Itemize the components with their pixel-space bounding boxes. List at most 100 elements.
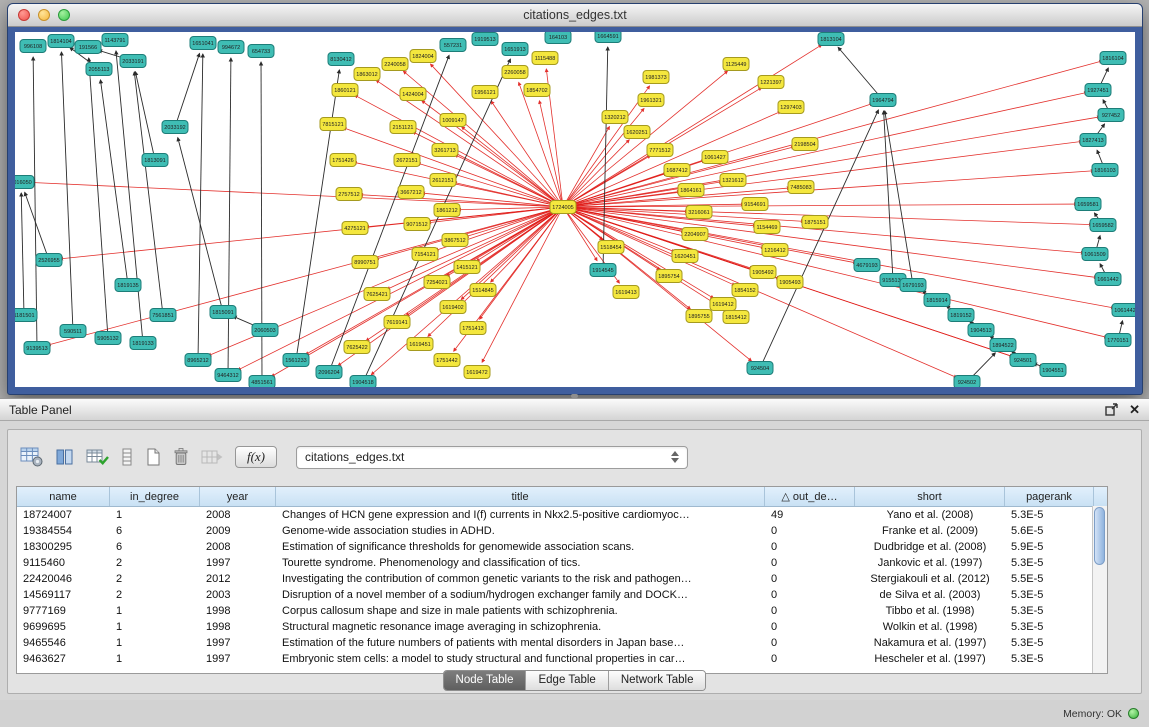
graph-node[interactable]: 1424004 bbox=[400, 88, 426, 101]
graph-node[interactable]: 1814104 bbox=[48, 35, 74, 48]
graph-node[interactable]: 2260058 bbox=[502, 66, 528, 79]
graph-node[interactable]: 1651913 bbox=[502, 43, 528, 56]
graph-node[interactable]: 1561233 bbox=[283, 354, 309, 367]
table-row[interactable]: 1938455462009Genome-wide association stu… bbox=[17, 523, 1107, 539]
graph-node[interactable]: 4275121 bbox=[342, 222, 368, 235]
graph-node[interactable]: 927452 bbox=[1098, 109, 1124, 122]
graph-node[interactable]: 1904551 bbox=[1040, 364, 1066, 377]
graph-node[interactable]: 2612151 bbox=[430, 174, 456, 187]
graph-node[interactable]: 1819135 bbox=[115, 279, 141, 292]
table-row[interactable]: 977716911998Corpus callosum shape and si… bbox=[17, 603, 1107, 619]
column-header-4[interactable]: △ out_de… bbox=[765, 487, 855, 506]
graph-node[interactable]: 2033191 bbox=[120, 55, 146, 68]
graph-node[interactable]: 7561851 bbox=[150, 309, 176, 322]
graph-node[interactable]: 7625421 bbox=[364, 288, 390, 301]
graph-node[interactable]: 1861212 bbox=[434, 204, 460, 217]
graph-node[interactable]: 1664591 bbox=[595, 32, 621, 43]
graph-node[interactable]: 4851561 bbox=[249, 376, 275, 388]
graph-node[interactable]: 9464312 bbox=[215, 369, 241, 382]
graph-node[interactable]: 1815091 bbox=[210, 306, 236, 319]
graph-node[interactable]: 1320212 bbox=[602, 111, 628, 124]
graph-node[interactable]: 1827413 bbox=[1080, 134, 1106, 147]
column-header-2[interactable]: year bbox=[200, 487, 276, 506]
graph-node[interactable]: 2198504 bbox=[792, 138, 818, 151]
show-columns-icon[interactable] bbox=[55, 444, 75, 470]
graph-node[interactable]: 557231 bbox=[440, 39, 466, 52]
graph-node[interactable]: 1061442 bbox=[1112, 304, 1135, 317]
graph-node[interactable]: 2526955 bbox=[36, 254, 62, 267]
window-zoom-button[interactable] bbox=[58, 9, 70, 21]
graph-node[interactable]: 1620251 bbox=[624, 126, 650, 139]
graph-node[interactable]: 1009147 bbox=[440, 114, 466, 127]
graph-node[interactable]: 924502 bbox=[954, 376, 980, 388]
graph-node[interactable]: 1854152 bbox=[732, 284, 758, 297]
graph-node[interactable]: 1061509 bbox=[1082, 248, 1108, 261]
graph-node[interactable]: 1751413 bbox=[460, 322, 486, 335]
graph-node[interactable]: 1216412 bbox=[762, 244, 788, 257]
graph-node[interactable]: 1221397 bbox=[758, 76, 784, 89]
graph-node[interactable]: 1854702 bbox=[524, 84, 550, 97]
tab-edge-table[interactable]: Edge Table bbox=[526, 671, 608, 690]
graph-node[interactable]: 1687412 bbox=[664, 164, 690, 177]
table-row[interactable]: 911546021997Tourette syndrome. Phenomeno… bbox=[17, 555, 1107, 571]
graph-node[interactable]: 1154469 bbox=[754, 221, 780, 234]
column-header-1[interactable]: in_degree bbox=[110, 487, 200, 506]
graph-node[interactable]: 4679193 bbox=[854, 259, 880, 272]
graph-node[interactable]: 2757512 bbox=[336, 188, 362, 201]
new-file-icon[interactable] bbox=[145, 444, 161, 470]
graph-node[interactable]: 1895755 bbox=[686, 310, 712, 323]
graph-node[interactable]: 924504 bbox=[747, 362, 773, 375]
graph-node[interactable]: 7815121 bbox=[320, 118, 346, 131]
table-settings-icon[interactable] bbox=[20, 444, 44, 470]
graph-node[interactable]: 1679193 bbox=[900, 279, 926, 292]
network-graph[interactable]: 9961081814104191566114379120551132033191… bbox=[15, 32, 1135, 387]
graph-node[interactable]: 5905132 bbox=[95, 332, 121, 345]
graph-node[interactable]: 1143791 bbox=[102, 34, 128, 47]
graph-node[interactable]: 924501 bbox=[1010, 354, 1036, 367]
table-selector-dropdown[interactable]: citations_edges.txt bbox=[296, 446, 688, 469]
graph-node[interactable]: 1816104 bbox=[1100, 52, 1126, 65]
graph-node[interactable]: 1061427 bbox=[702, 151, 728, 164]
graph-node[interactable]: 1961321 bbox=[638, 94, 664, 107]
graph-node[interactable]: 1620451 bbox=[672, 250, 698, 263]
graph-node[interactable]: 1181501 bbox=[15, 309, 37, 322]
graph-node[interactable]: 1619451 bbox=[407, 338, 433, 351]
table-row[interactable]: 969969511998Structural magnetic resonanc… bbox=[17, 619, 1107, 635]
graph-node[interactable]: 654733 bbox=[248, 45, 274, 58]
graph-node[interactable]: 1770151 bbox=[1105, 334, 1131, 347]
graph-node[interactable]: 2240058 bbox=[382, 58, 408, 71]
graph-node[interactable]: 2151121 bbox=[390, 121, 416, 134]
graph-node[interactable]: 1964794 bbox=[870, 94, 896, 107]
table-row[interactable]: 1830029562008Estimation of significance … bbox=[17, 539, 1107, 555]
window-titlebar[interactable]: citations_edges.txt bbox=[8, 4, 1142, 27]
column-header-3[interactable]: title bbox=[276, 487, 765, 506]
graph-node[interactable]: 996108 bbox=[20, 40, 46, 53]
table-row[interactable]: 1456911722003Disruption of a novel membe… bbox=[17, 587, 1107, 603]
graph-node[interactable]: 164103 bbox=[545, 32, 571, 44]
graph-node[interactable]: 1815412 bbox=[723, 311, 749, 324]
graph-node[interactable]: 1518454 bbox=[598, 241, 624, 254]
graph-node[interactable]: 1751426 bbox=[330, 154, 356, 167]
graph-node[interactable]: 7625422 bbox=[344, 341, 370, 354]
graph-node[interactable]: 1619402 bbox=[440, 301, 466, 314]
graph-node[interactable]: 2060503 bbox=[252, 324, 278, 337]
graph-node[interactable]: 1864161 bbox=[678, 184, 704, 197]
graph-node[interactable]: 1860121 bbox=[332, 84, 358, 97]
table-row[interactable]: 1872400712008Changes of HCN gene express… bbox=[17, 507, 1107, 523]
graph-node[interactable]: 9154691 bbox=[742, 198, 768, 211]
column-header-5[interactable]: short bbox=[855, 487, 1005, 506]
table-scrollbar[interactable] bbox=[1092, 506, 1107, 673]
graph-node[interactable]: 1904513 bbox=[968, 324, 994, 337]
graph-node[interactable]: 9139513 bbox=[24, 342, 50, 355]
close-panel-icon[interactable]: ✕ bbox=[1129, 403, 1140, 416]
graph-node[interactable]: 2033192 bbox=[162, 121, 188, 134]
graph-node[interactable]: 1619413 bbox=[613, 286, 639, 299]
graph-node[interactable]: 1819133 bbox=[130, 337, 156, 350]
network-canvas[interactable]: 9961081814104191566114379120551132033191… bbox=[15, 32, 1135, 387]
graph-node[interactable]: 1905493 bbox=[777, 276, 803, 289]
table-row[interactable]: 946362711997Embryonic stem cells: a mode… bbox=[17, 651, 1107, 667]
graph-node[interactable]: 2204907 bbox=[682, 228, 708, 241]
graph-node[interactable]: 3867512 bbox=[442, 234, 468, 247]
graph-node[interactable]: 1115488 bbox=[532, 52, 558, 65]
graph-node[interactable]: 1125449 bbox=[723, 58, 749, 71]
